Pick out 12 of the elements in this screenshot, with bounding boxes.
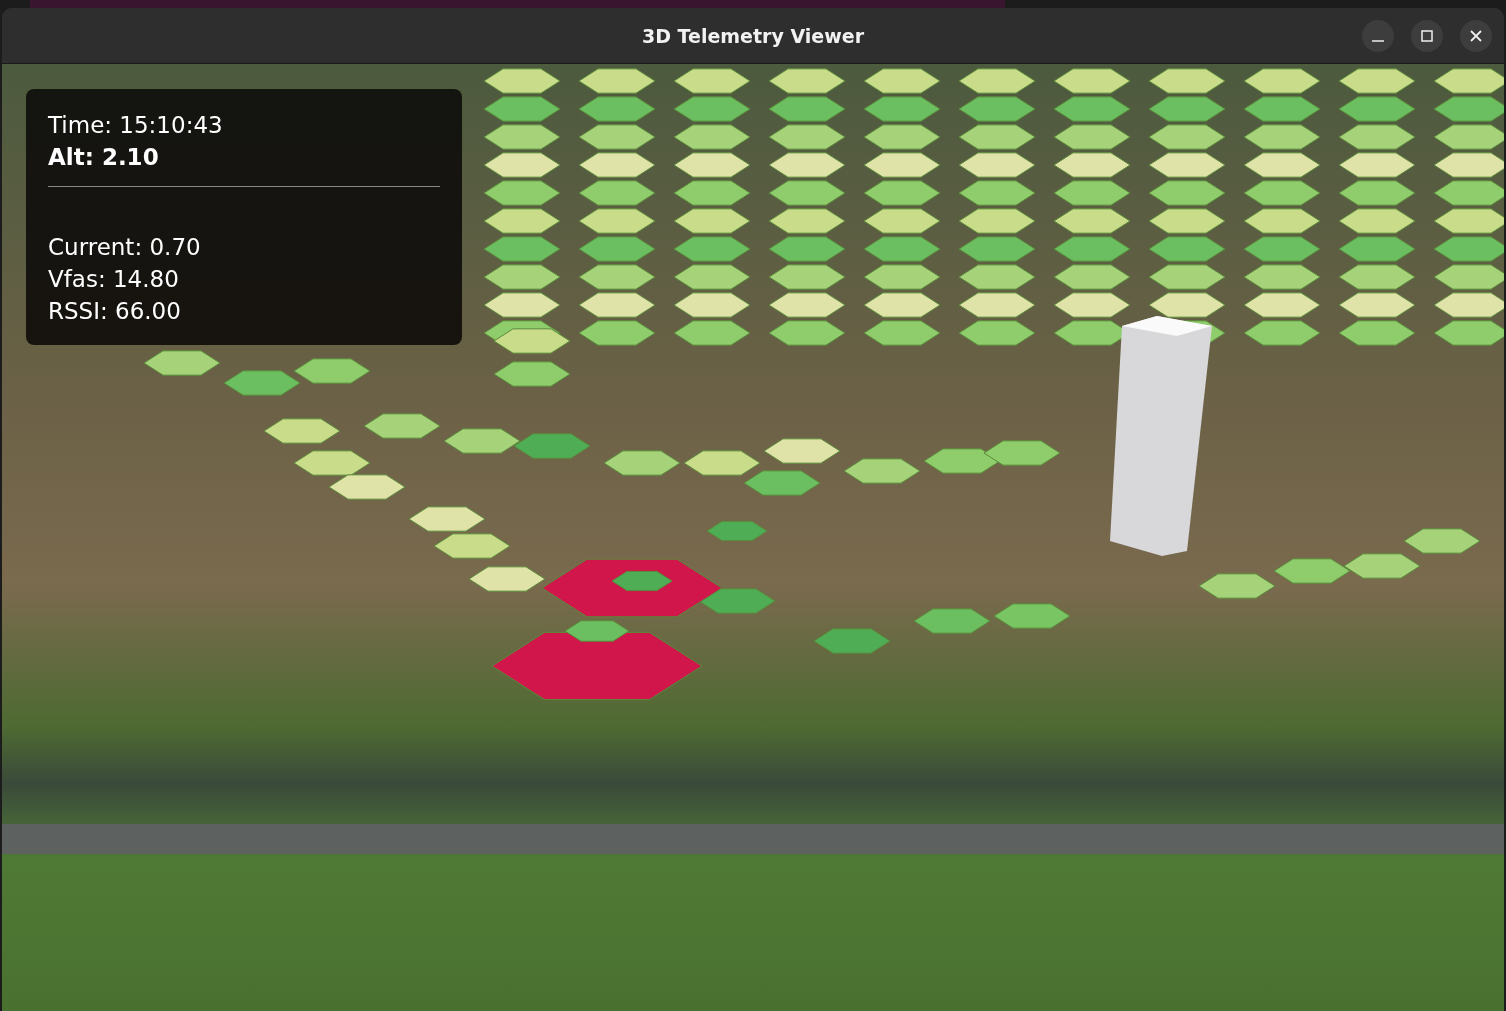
maximize-button[interactable] bbox=[1411, 20, 1443, 52]
altitude-readout: Alt: 2.10 bbox=[48, 143, 160, 172]
telemetry-reading: Current: 0.70 bbox=[48, 233, 202, 262]
minimize-button[interactable] bbox=[1362, 20, 1394, 52]
time-readout: Time: 15:10:43 bbox=[48, 111, 224, 140]
telemetry-reading: Vfas: 14.80 bbox=[48, 265, 180, 294]
window-title: 3D Telemetry Viewer bbox=[641, 24, 864, 47]
telemetry-reading: RSSI: 66.00 bbox=[48, 297, 182, 326]
maximize-icon bbox=[1421, 30, 1433, 42]
close-button[interactable] bbox=[1460, 20, 1492, 52]
close-icon bbox=[1470, 30, 1482, 42]
minimize-icon bbox=[1372, 40, 1384, 42]
